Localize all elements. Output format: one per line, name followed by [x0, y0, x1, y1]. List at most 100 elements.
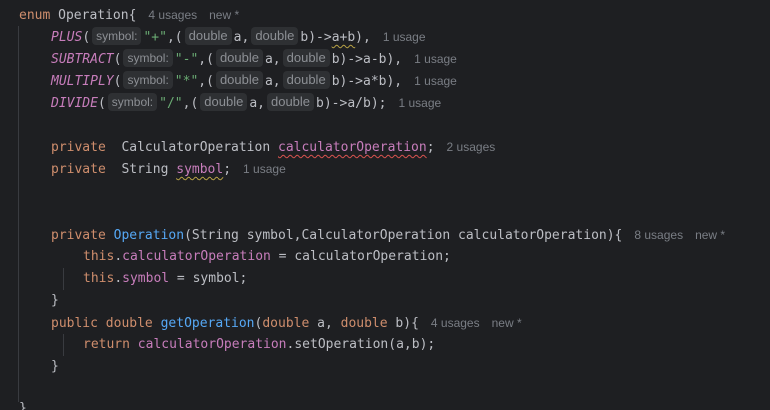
lambda-body: b)->a*b),: [331, 74, 403, 89]
keyword-this: this: [83, 271, 115, 286]
keyword-enum: enum: [19, 8, 51, 23]
author-hint[interactable]: new *: [695, 228, 725, 242]
code-line-assign-calculator-operation[interactable]: this.calculatorOperation = calculatorOpe…: [83, 246, 451, 268]
enum-constant-plus: PLUS: [51, 30, 83, 45]
param-a: a,: [264, 52, 281, 67]
dot: .: [114, 271, 123, 286]
code-line-constructor[interactable]: private Operation(String symbol,Calculat…: [51, 224, 725, 246]
parameter-hint-symbol: symbol:: [123, 49, 173, 67]
brace: {: [128, 8, 137, 23]
code-line-plus[interactable]: PLUS(symbol: "+",(double a, double b)->a+b),…: [51, 26, 426, 48]
keyword-public: public: [51, 316, 98, 331]
lambda-body: b)->a/b);: [316, 96, 387, 111]
type-hint-double: double: [282, 71, 330, 89]
keyword-private: private: [51, 162, 106, 177]
assignment: = symbol;: [169, 271, 248, 286]
paren: (: [97, 96, 106, 111]
usage-hint[interactable]: 1 usage: [398, 96, 441, 110]
parameter-hint-symbol: symbol:: [107, 93, 158, 111]
type-name: String: [121, 162, 169, 177]
string-literal: "+": [143, 30, 167, 45]
field-symbol: symbol: [176, 162, 224, 177]
keyword-return: return: [83, 337, 130, 352]
paren: ,(: [198, 74, 214, 89]
usage-hint[interactable]: 4 usages: [431, 316, 480, 330]
usage-hint[interactable]: 1 usage: [414, 52, 457, 66]
constructor-params: (String symbol,CalculatorOperation calcu…: [184, 228, 623, 243]
dot: .: [114, 249, 123, 264]
code-line-enum-declaration[interactable]: enum Operation{4 usages new *: [19, 4, 239, 26]
keyword-private: private: [51, 228, 106, 243]
usage-hint[interactable]: 1 usage: [383, 30, 426, 44]
type-name: CalculatorOperation: [121, 140, 271, 155]
keyword-this: this: [83, 249, 115, 264]
paren: ,(: [198, 52, 214, 67]
param-b: b){: [387, 316, 419, 331]
brace: }: [51, 293, 59, 308]
semicolon: ;: [223, 162, 232, 177]
param-a: a,: [249, 96, 265, 111]
usage-hint[interactable]: 1 usage: [243, 162, 286, 176]
paren: (: [113, 74, 122, 89]
param-a: a,: [233, 30, 250, 45]
indent-guide: [18, 26, 19, 402]
paren: (: [82, 30, 91, 45]
lambda-body: b)->a-b),: [331, 52, 403, 67]
keyword-double: double: [262, 316, 310, 331]
lambda-expression: a+b: [331, 30, 356, 45]
parameter-hint-symbol: symbol:: [92, 27, 142, 45]
type-hint-double: double: [184, 27, 232, 45]
type-hint-double: double: [266, 93, 315, 111]
code-editor[interactable]: enum Operation{4 usages new * PLUS(symbol…: [0, 0, 770, 410]
string-literal: "-": [174, 52, 199, 67]
enum-constant-subtract: SUBTRACT: [51, 52, 114, 67]
author-hint[interactable]: new *: [492, 316, 522, 330]
type-hint-double: double: [282, 49, 330, 67]
code-line-divide[interactable]: DIVIDE(symbol: "/",(double a, double b)->a/b…: [51, 92, 441, 114]
field-calculator-operation: calculatorOperation: [122, 249, 271, 264]
field-calculator-operation: calculatorOperation: [278, 140, 427, 155]
code-line-get-operation[interactable]: public double getOperation(double a, dou…: [51, 312, 522, 334]
usage-hint[interactable]: 1 usage: [414, 74, 457, 88]
enum-constant-multiply: MULTIPLY: [51, 74, 114, 89]
string-literal: "*": [174, 74, 199, 89]
code-line-close-brace[interactable]: }: [51, 356, 59, 378]
enum-name: Operation: [58, 8, 129, 23]
code-line-field-calculator-operation[interactable]: private CalculatorOperation calculatorOp…: [51, 136, 495, 158]
indent-guide: [63, 268, 64, 290]
field-calculator-operation: calculatorOperation: [137, 337, 287, 352]
usage-hint[interactable]: 8 usages: [634, 228, 683, 242]
code-line-assign-symbol[interactable]: this.symbol = symbol;: [83, 268, 247, 290]
type-hint-double: double: [215, 71, 263, 89]
code-line-close-brace[interactable]: }: [19, 398, 27, 410]
paren: ,(: [182, 96, 199, 111]
method-call: .setOperation(a,b);: [286, 337, 436, 352]
line-end: ),: [355, 30, 371, 45]
keyword-private: private: [51, 140, 106, 155]
paren: ,(: [166, 30, 183, 45]
paren: (: [113, 52, 122, 67]
brace: }: [51, 359, 59, 374]
semicolon: ;: [426, 140, 435, 155]
brace: }: [19, 401, 27, 410]
type-hint-double: double: [200, 93, 248, 111]
assignment: = calculatorOperation;: [270, 249, 451, 264]
type-hint-double: double: [215, 49, 263, 67]
code-line-return[interactable]: return calculatorOperation.setOperation(…: [83, 334, 435, 356]
code-line-multiply[interactable]: MULTIPLY(symbol: "*",(double a, double b)->a…: [51, 70, 457, 92]
usage-hint[interactable]: 4 usages: [148, 8, 197, 22]
field-symbol: symbol: [122, 271, 170, 286]
code-line-field-symbol[interactable]: private String symbol; 1 usage: [51, 158, 286, 180]
indent-guide: [63, 334, 64, 356]
param-a: a,: [264, 74, 281, 89]
author-hint[interactable]: new *: [209, 8, 239, 22]
keyword-double: double: [105, 316, 153, 331]
code-line-close-brace[interactable]: }: [51, 290, 59, 312]
method-name: getOperation: [160, 316, 255, 331]
code-line-subtract[interactable]: SUBTRACT(symbol: "-",(double a, double b)->a…: [51, 48, 457, 70]
string-literal: "/": [159, 96, 183, 111]
constructor-name: Operation: [113, 228, 185, 243]
param-a: a,: [309, 316, 341, 331]
usage-hint[interactable]: 2 usages: [447, 140, 496, 154]
enum-constant-divide: DIVIDE: [51, 96, 98, 111]
